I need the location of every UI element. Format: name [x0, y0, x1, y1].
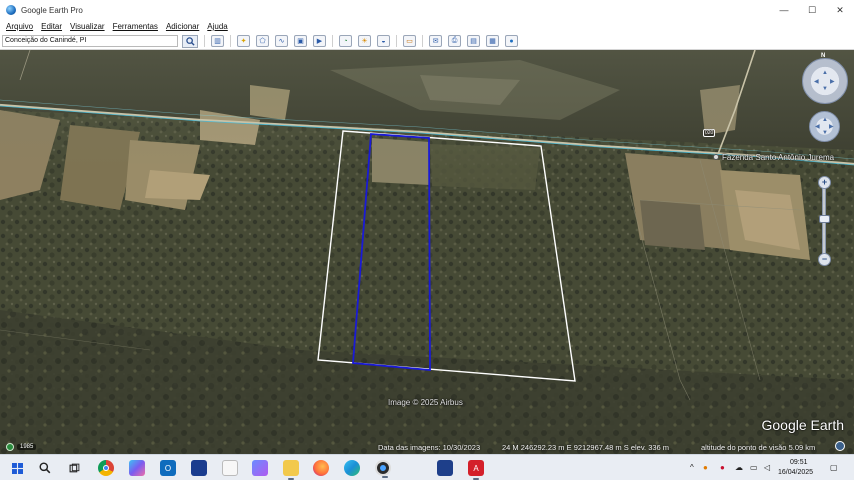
planets-icon[interactable]: ◒ — [377, 35, 390, 47]
look-left-arrow-icon[interactable]: ◀ — [815, 123, 820, 130]
window-title: Google Earth Pro — [21, 5, 83, 15]
volume-icon[interactable]: ◁ — [764, 463, 770, 472]
task-view-button[interactable] — [66, 460, 82, 476]
view-in-maps-icon[interactable]: ▦ — [486, 35, 499, 47]
cursor-coordinates: 24 M 246292.23 m E 9212967.48 m S elev. … — [502, 443, 670, 452]
google-earth-watermark: Google Earth — [761, 417, 845, 433]
weather-icon[interactable]: ● — [703, 463, 708, 472]
network-icon[interactable]: ▭ — [750, 463, 758, 472]
windows-taskbar: O A ^ ● ● ☁ ▭ ◁ 09:51 16/04/2025 ▢ — [0, 454, 854, 480]
chrome-app[interactable] — [98, 460, 114, 476]
pan-down-arrow-icon[interactable]: ▼ — [822, 86, 828, 92]
year-label: 1985 — [17, 443, 37, 450]
windows-logo-icon — [11, 462, 23, 474]
title-bar: Google Earth Pro — ☐ ✕ — [0, 0, 854, 20]
clock-icon — [6, 442, 14, 451]
search-input[interactable]: Conceição do Canindé, PI — [2, 35, 178, 47]
google-earth-logo-icon — [6, 5, 16, 15]
print-icon[interactable]: ⎙ — [448, 35, 461, 47]
place-label[interactable]: Fazenda Santo Antônio Jurema — [722, 153, 834, 162]
pan-right-arrow-icon[interactable]: ▶ — [830, 78, 835, 85]
outlook-app[interactable]: O — [160, 460, 176, 476]
image-overlay-icon[interactable]: ▣ — [294, 35, 307, 47]
close-button[interactable]: ✕ — [826, 0, 854, 20]
notification-icon[interactable]: ▢ — [830, 463, 838, 472]
menu-bar: Arquivo Editar Visualizar Ferramentas Ad… — [0, 20, 854, 33]
menu-editar[interactable]: Editar — [41, 22, 62, 31]
acrobat-app[interactable]: A — [468, 460, 484, 480]
menu-arquivo[interactable]: Arquivo — [6, 22, 33, 31]
monitor-app[interactable] — [437, 460, 453, 476]
save-image-icon[interactable]: ▤ — [467, 35, 480, 47]
start-button[interactable] — [9, 460, 25, 476]
minimize-button[interactable]: — — [770, 0, 798, 20]
onedrive-icon[interactable]: ☁ — [735, 463, 743, 472]
polygon-icon[interactable]: ⬠ — [256, 35, 269, 47]
road-marker-label: 020 — [703, 129, 716, 137]
firefox-app[interactable] — [313, 460, 329, 476]
clock-time[interactable]: 09:51 — [790, 459, 808, 466]
pan-left-arrow-icon[interactable]: ◀ — [814, 78, 819, 85]
copilot-app[interactable] — [129, 460, 145, 476]
google-earth-window: Google Earth Pro — ☐ ✕ Arquivo Editar Vi… — [0, 0, 854, 454]
zoom-slider-thumb[interactable] — [819, 215, 830, 223]
look-joystick[interactable]: ▲ ▼ ◀ ▶ — [809, 111, 840, 142]
historical-year-indicator[interactable]: 1985 — [6, 442, 37, 451]
toolbar-separator — [422, 35, 423, 47]
earth-globe-icon[interactable]: ● — [505, 35, 518, 47]
earth-3d-view[interactable]: 020 Fazenda Santo Antônio Jurema Image ©… — [0, 50, 854, 454]
navigation-compass-ring[interactable]: ▲ ▼ ◀ ▶ — [802, 58, 848, 104]
path-icon[interactable]: ∿ — [275, 35, 288, 47]
antivirus-icon[interactable]: ● — [720, 463, 725, 472]
search-icon — [185, 36, 195, 46]
search-button[interactable] — [37, 460, 53, 476]
earth-pro-app[interactable] — [375, 460, 391, 478]
chevron-up-icon[interactable]: ^ — [690, 463, 694, 472]
satellite-imagery — [0, 50, 854, 454]
look-up-arrow-icon[interactable]: ▲ — [822, 117, 828, 123]
menu-ajuda[interactable]: Ajuda — [207, 22, 227, 31]
clock-date[interactable]: 16/04/2025 — [778, 469, 813, 476]
imagery-date: Data das imagens: 10/30/2023 — [378, 443, 481, 452]
window-controls: — ☐ ✕ — [770, 0, 854, 20]
toolbar-separator — [204, 35, 205, 47]
record-tour-icon[interactable]: ▶ — [313, 35, 326, 47]
copilot-alt-app[interactable] — [252, 460, 268, 476]
menu-visualizar[interactable]: Visualizar — [70, 22, 105, 31]
sunlight-icon[interactable]: ☀ — [358, 35, 371, 47]
eye-altitude: altitude do ponto de visão 5.09 km — [701, 443, 816, 452]
historical-imagery-icon[interactable]: ◔ — [339, 35, 352, 47]
streaming-globe-icon — [835, 441, 845, 451]
look-right-arrow-icon[interactable]: ▶ — [829, 123, 834, 130]
placemark-icon[interactable]: ✦ — [237, 35, 250, 47]
pan-up-arrow-icon[interactable]: ▲ — [822, 70, 828, 76]
toolbar-separator — [332, 35, 333, 47]
search-icon — [39, 462, 51, 474]
status-bar: 1985 Data das imagens: 10/30/2023 24 M 2… — [0, 439, 854, 454]
zoom-in-button[interactable]: + — [818, 176, 831, 189]
news-app[interactable] — [191, 460, 207, 476]
maximize-button[interactable]: ☐ — [798, 0, 826, 20]
look-down-arrow-icon[interactable]: ▼ — [822, 130, 828, 136]
file-app[interactable] — [222, 460, 238, 476]
email-icon[interactable]: ✉ — [429, 35, 442, 47]
imagery-credit: Image © 2025 Airbus — [388, 398, 463, 407]
edge-app[interactable] — [344, 460, 360, 476]
task-view-icon — [69, 463, 79, 472]
ruler-icon[interactable]: ▭ — [403, 35, 416, 47]
place-marker-icon[interactable] — [713, 154, 719, 160]
file-explorer-app[interactable] — [283, 460, 299, 480]
menu-ferramentas[interactable]: Ferramentas — [113, 22, 158, 31]
toolbar-separator — [230, 35, 231, 47]
search-button[interactable] — [182, 34, 198, 48]
toolbar: Conceição do Canindé, PI ▥ ✦ ⬠ ∿ ▣ ▶ ◔ ☀… — [0, 33, 854, 50]
toolbar-separator — [396, 35, 397, 47]
zoom-out-button[interactable]: − — [818, 253, 831, 266]
sidebar-toggle-icon[interactable]: ▥ — [211, 35, 224, 47]
menu-adicionar[interactable]: Adicionar — [166, 22, 199, 31]
